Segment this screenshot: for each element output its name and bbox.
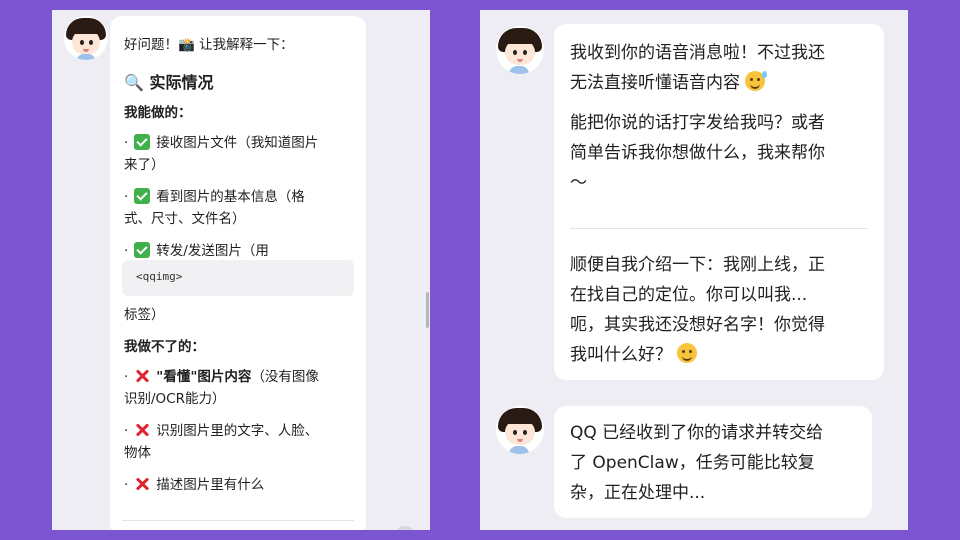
list-item: · 转发/发送图片（用 <box>124 240 269 262</box>
message-text: 呃，其实我还没想好名字！你觉得 <box>570 315 825 335</box>
message-text: 在找自己的定位。你可以叫我... <box>570 285 808 305</box>
list-item-text: 描述图片里有什么 <box>156 477 265 493</box>
bullet: · <box>124 189 129 205</box>
list-item: · "看懂"图片内容（没有图像 <box>124 366 319 388</box>
message-text: 杂，正在处理中... <box>570 483 706 503</box>
cross-mark-icon <box>134 422 150 438</box>
check-mark-icon <box>134 188 151 204</box>
cross-mark-icon <box>134 368 150 384</box>
message-text-span: 我叫什么好？ <box>570 345 672 365</box>
check-mark-icon <box>134 134 151 150</box>
bot-avatar[interactable] <box>64 16 108 60</box>
list-item-text: 物体 <box>124 445 151 461</box>
check-mark-icon <box>134 242 151 258</box>
message-bubble: 我收到你的语音消息啦！不过我还 无法直接听懂语音内容 能把你说的话打字发给我吗？… <box>554 24 884 380</box>
divider <box>122 520 354 521</box>
message-text: 我叫什么好？ <box>570 340 698 370</box>
scroll-to-bottom-button[interactable] <box>394 526 416 530</box>
code-block: <qqimg> <box>122 260 354 296</box>
message-text: ～ <box>570 173 587 193</box>
message-text: 无法直接听懂语音内容 <box>570 68 768 98</box>
thinking-face-emoji-icon <box>677 343 698 363</box>
bot-avatar[interactable] <box>496 26 544 74</box>
message-text: QQ 已经收到了你的请求并转交给 <box>570 423 824 443</box>
list-item: · 描述图片里有什么 <box>124 474 264 496</box>
list-item-text: 转发/发送图片（用 <box>156 243 269 259</box>
list-item-text: 标签） <box>124 307 165 323</box>
message-text: 了 OpenClaw，任务可能比较复 <box>570 453 815 473</box>
bullet: · <box>124 477 129 493</box>
scrollbar[interactable] <box>426 292 429 328</box>
right-chat-panel: 我收到你的语音消息啦！不过我还 无法直接听懂语音内容 能把你说的话打字发给我吗？… <box>480 10 908 530</box>
message-text: 顺便自我介绍一下：我刚上线，正 <box>570 255 825 275</box>
message-text: 能把你说的话打字发给我吗？或者 <box>570 113 825 133</box>
list-item-text: （没有图像 <box>251 369 319 385</box>
sweat-smile-emoji-icon <box>745 71 768 91</box>
divider <box>570 228 868 229</box>
section-heading: 🔍 实际情况 <box>124 73 214 92</box>
list-item: · 识别图片里的文字、人脸、 <box>124 420 318 442</box>
list-item-text: 来了） <box>124 157 165 173</box>
cross-mark-icon <box>134 476 150 492</box>
message-text: 简单告诉我你想做什么，我来帮你 <box>570 143 825 163</box>
cannot-do-title: 我做不了的： <box>124 339 205 355</box>
list-item-text: 识别图片里的文字、人脸、 <box>156 423 319 439</box>
message-bubble: QQ 已经收到了你的请求并转交给 了 OpenClaw，任务可能比较复 杂，正在… <box>554 406 872 518</box>
list-item-text: 式、尺寸、文件名） <box>124 211 246 227</box>
list-item-text: 识别/OCR能力） <box>124 391 226 407</box>
list-item-text: 看到图片的基本信息（格 <box>156 189 305 205</box>
bot-avatar[interactable] <box>496 406 544 454</box>
intro-text: 好问题！📸 让我解释一下： <box>124 37 294 53</box>
left-chat-panel: 好问题！📸 让我解释一下： 🔍 实际情况 我能做的： · 接收图片文件（我知道图片… <box>52 10 430 530</box>
message-text: 我收到你的语音消息啦！不过我还 <box>570 43 825 63</box>
can-do-title: 我能做的： <box>124 105 192 121</box>
bullet: · <box>124 423 129 439</box>
code-text: <qqimg> <box>136 270 183 283</box>
list-item-text: 接收图片文件（我知道图片 <box>156 135 319 151</box>
list-item-bold: "看懂"图片内容 <box>156 369 252 385</box>
bullet: · <box>124 243 129 259</box>
message-text-span: 无法直接听懂语音内容 <box>570 73 740 93</box>
list-item: · 接收图片文件（我知道图片 <box>124 132 318 154</box>
bullet: · <box>124 369 129 385</box>
list-item: · 看到图片的基本信息（格 <box>124 186 305 208</box>
bullet: · <box>124 135 129 151</box>
